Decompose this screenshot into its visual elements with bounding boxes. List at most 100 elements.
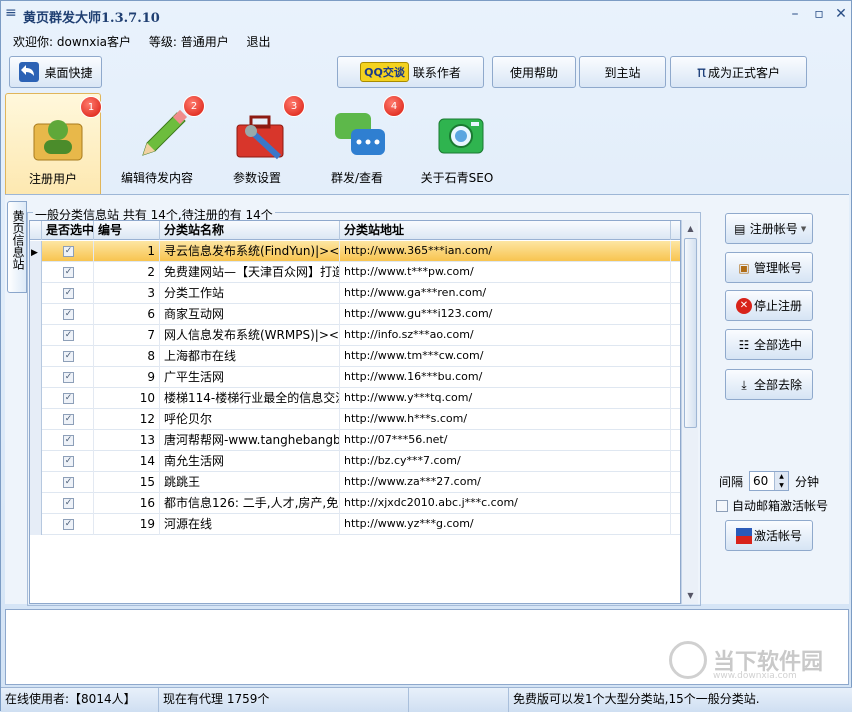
table-row[interactable]: ✓ 15 跳跳王 http://www.za***27.com/ (30, 472, 680, 493)
row-select-cell[interactable]: ✓ (42, 451, 94, 472)
welcome-greeting: 欢迎你: downxia客户 (13, 35, 132, 49)
row-indicator[interactable]: ▶ (30, 241, 42, 262)
deselect-all-button[interactable]: ⤓ 全部去除 (725, 369, 813, 400)
table-row[interactable]: ✓ 3 分类工作站 http://www.ga***ren.com/ (30, 283, 680, 304)
site-grid: 是否选中 编号 分类站名称 分类站地址 ▶ ✓ 1 寻云信息发布系统(FindYun)… (29, 220, 681, 604)
row-select-cell[interactable]: ✓ (42, 409, 94, 430)
row-indicator[interactable] (30, 430, 42, 451)
row-indicator[interactable] (30, 367, 42, 388)
row-select-cell[interactable]: ✓ (42, 367, 94, 388)
tab-send-view[interactable]: 4 群发/查看 (309, 93, 405, 193)
row-checkbox[interactable]: ✓ (63, 267, 74, 278)
row-indicator[interactable] (30, 472, 42, 493)
row-checkbox[interactable]: ✓ (63, 477, 74, 488)
row-number: 7 (94, 325, 160, 346)
help-button[interactable]: 使用帮助 (492, 56, 576, 88)
row-checkbox[interactable]: ✓ (63, 414, 74, 425)
deselect-all-icon: ⤓ (741, 377, 747, 392)
row-indicator[interactable] (30, 346, 42, 367)
row-select-cell[interactable]: ✓ (42, 346, 94, 367)
table-row[interactable]: ✓ 9 广平生活网 http://www.16***bu.com/ (30, 367, 680, 388)
auto-activate-box[interactable] (716, 499, 728, 512)
table-row[interactable]: ✓ 13唐河帮帮网-www.tanghebangbanghttp://07***5… (30, 430, 680, 451)
row-indicator[interactable] (30, 451, 42, 472)
row-checkbox[interactable]: ✓ (63, 372, 74, 383)
table-row[interactable]: ✓ 6 商家互动网 http://www.gu***i123.com/ (30, 304, 680, 325)
stop-register-button[interactable]: ✕ 停止注册 (725, 290, 813, 321)
row-select-cell[interactable]: ✓ (42, 472, 94, 493)
minimize-icon[interactable]: – (787, 7, 803, 21)
row-indicator[interactable] (30, 388, 42, 409)
manage-account-button[interactable]: ▣ 管理帐号 (725, 252, 813, 283)
status-online-users: 在线使用者:【8014人】 (1, 688, 159, 712)
row-checkbox[interactable]: ✓ (63, 393, 74, 404)
col-header-site-url[interactable]: 分类站地址 (340, 221, 671, 240)
row-indicator[interactable] (30, 304, 42, 325)
row-select-cell[interactable]: ✓ (42, 262, 94, 283)
row-number: 9 (94, 367, 160, 388)
upgrade-button[interactable]: π 成为正式客户 (670, 56, 807, 88)
row-select-cell[interactable]: ✓ (42, 388, 94, 409)
table-row[interactable]: ✓ 10 楼梯114-楼梯行业最全的信息交流 http://www.y***tq.co… (30, 388, 680, 409)
stepper-arrows-icon[interactable]: ▲ ▼ (774, 472, 789, 490)
row-select-cell[interactable]: ✓ (42, 283, 94, 304)
tab-settings[interactable]: 3 参数设置 (209, 93, 305, 193)
auto-activate-checkbox[interactable]: 自动邮箱激活帐号 (716, 497, 828, 514)
row-checkbox[interactable]: ✓ (63, 498, 74, 509)
contact-author-button[interactable]: QQ交谈 联系作者 (337, 56, 484, 88)
table-row[interactable]: ✓ 14 南允生活网 http://bz.cy***7.com/ (30, 451, 680, 472)
scroll-up-icon[interactable]: ▲ (683, 221, 698, 236)
table-row[interactable]: ✓ 16 都市信息126: 二手,人才,房产,免费 http://xjxdc2010.… (30, 493, 680, 514)
side-tab-yellowpages[interactable]: 黄页信息站 (7, 201, 27, 293)
grid-scrollbar[interactable]: ▲ ▼ (681, 220, 698, 604)
table-row[interactable]: ▶ ✓ 1寻云信息发布系统(FindYun)|><最专http://www.365*… (30, 241, 680, 262)
interval-value: 60 (753, 474, 769, 488)
row-select-cell[interactable]: ✓ (42, 493, 94, 514)
table-row[interactable]: ✓ 2 免费建网站—【天津百众网】打造 http://www.t***pw.com/ (30, 262, 680, 283)
scroll-down-icon[interactable]: ▼ (683, 588, 698, 603)
row-checkbox[interactable]: ✓ (63, 435, 74, 446)
window-menu-icon[interactable]: ≡ (5, 6, 17, 20)
table-row[interactable]: ✓ 12 呼伦贝尔 http://www.h***s.com/ (30, 409, 680, 430)
col-header-selected[interactable]: 是否选中 (42, 221, 94, 240)
tab-register-user[interactable]: 1 注册用户 (5, 93, 102, 195)
scroll-thumb[interactable] (684, 238, 697, 428)
close-icon[interactable]: ✕ (833, 7, 849, 21)
manage-account-icon: ▣ (738, 260, 750, 275)
tab-edit-content[interactable]: 2 编辑待发内容 (109, 93, 205, 193)
row-checkbox[interactable]: ✓ (63, 456, 74, 467)
activate-account-button[interactable]: 激活帐号 (725, 520, 813, 551)
row-number: 1 (94, 241, 160, 262)
row-select-cell[interactable]: ✓ (42, 430, 94, 451)
row-select-cell[interactable]: ✓ (42, 514, 94, 535)
row-checkbox[interactable]: ✓ (63, 351, 74, 362)
row-checkbox[interactable]: ✓ (63, 309, 74, 320)
row-select-cell[interactable]: ✓ (42, 304, 94, 325)
table-row[interactable]: ✓ 19 河源在线 http://www.yz***g.com/ (30, 514, 680, 535)
row-checkbox[interactable]: ✓ (63, 288, 74, 299)
table-row[interactable]: ✓ 7网人信息发布系统(WRMPS)|><最专http://info.sz***a… (30, 325, 680, 346)
row-select-cell[interactable]: ✓ (42, 241, 94, 262)
tab-about[interactable]: 关于石青SEO (409, 93, 505, 193)
col-header-number[interactable]: 编号 (94, 221, 160, 240)
row-indicator[interactable] (30, 325, 42, 346)
desktop-shortcut-button[interactable]: 桌面快捷 (9, 56, 102, 88)
row-site-name: 南允生活网 (160, 451, 340, 472)
row-checkbox[interactable]: ✓ (63, 519, 74, 530)
restore-icon[interactable]: ▫ (811, 7, 827, 21)
row-indicator[interactable] (30, 514, 42, 535)
register-account-button[interactable]: ▤ 注册帐号 ▼ (725, 213, 813, 244)
interval-stepper[interactable]: 60 ▲ ▼ (749, 471, 790, 491)
table-row[interactable]: ✓ 8 上海都市在线 http://www.tm***cw.com/ (30, 346, 680, 367)
select-all-button[interactable]: ☷ 全部选中 (725, 329, 813, 360)
row-checkbox[interactable]: ✓ (63, 246, 74, 257)
logout-link[interactable]: 退出 (247, 35, 271, 49)
row-indicator[interactable] (30, 283, 42, 304)
row-indicator[interactable] (30, 493, 42, 514)
home-site-button[interactable]: 到主站 (579, 56, 666, 88)
row-select-cell[interactable]: ✓ (42, 325, 94, 346)
row-checkbox[interactable]: ✓ (63, 330, 74, 341)
row-indicator[interactable] (30, 409, 42, 430)
col-header-site-name[interactable]: 分类站名称 (160, 221, 340, 240)
row-indicator[interactable] (30, 262, 42, 283)
